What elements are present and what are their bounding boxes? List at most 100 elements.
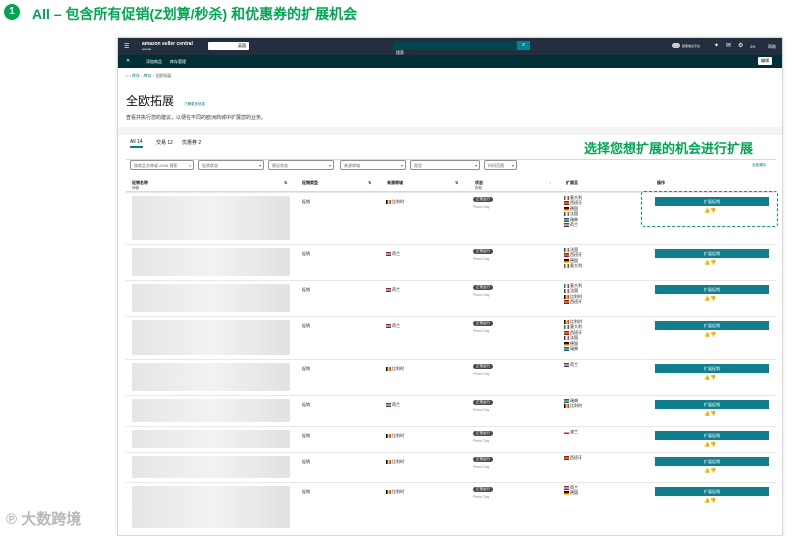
customer-info-label: 顾客信息平台 xyxy=(682,44,701,48)
expand-promotion-button[interactable]: 扩展促销 xyxy=(655,249,769,258)
expand-promotion-button[interactable]: 扩展促销 xyxy=(655,285,769,294)
home-icon[interactable]: ⌂ xyxy=(126,73,128,78)
subnav-item-add-product[interactable]: 添加商品 xyxy=(146,59,162,65)
search-icon[interactable]: ⌕ xyxy=(517,41,530,50)
thumbs-down-icon[interactable]: 👎 xyxy=(710,375,716,381)
sort-down-icon[interactable]: ↓ xyxy=(549,180,551,185)
flag-icon xyxy=(564,195,569,200)
status-badge: 正常运行 xyxy=(473,321,493,326)
status-badge: 正常运行 xyxy=(473,431,493,436)
menu-icon[interactable]: ☰ xyxy=(124,43,129,50)
flag-icon xyxy=(564,491,569,496)
sort-icon[interactable]: ⇅ xyxy=(455,180,458,185)
feedback-icons: 👍👎 xyxy=(704,468,716,474)
clear-all-link[interactable]: 全部清除 xyxy=(752,163,766,168)
product-thumbnail xyxy=(132,430,290,448)
toggle-switch[interactable] xyxy=(672,43,680,48)
flag-icon xyxy=(564,346,569,351)
search-icon[interactable]: ⌕ xyxy=(189,161,193,171)
thumbs-down-icon[interactable]: 👎 xyxy=(710,411,716,417)
flag-icon xyxy=(564,294,569,299)
thumbs-down-icon[interactable]: 👎 xyxy=(710,332,716,338)
type-dropdown[interactable]: 类型 ▾ xyxy=(410,160,480,170)
flag-icon xyxy=(564,206,569,211)
flag-icon xyxy=(564,330,569,335)
event-label: Prime Day xyxy=(473,439,490,443)
expand-promotion-button[interactable]: 扩展促销 xyxy=(655,431,769,440)
feedback-icons: 👍👎 xyxy=(704,442,716,448)
table-row: 促销 荷兰 正常运行 Prime Day 比利时 意大利 西班牙 法国 德国 瑞典 扩展促销 👍👎 xyxy=(126,316,776,360)
expand-promotion-button[interactable]: 扩展促销 xyxy=(655,364,769,373)
promotion-status-dropdown[interactable]: 促销状态 ▾ xyxy=(198,160,264,170)
breadcrumb-item[interactable]: 库存 xyxy=(144,73,152,78)
subnav-item-inventory[interactable]: 库存管理 xyxy=(170,59,186,65)
magic-icon[interactable]: ✦ xyxy=(714,42,719,49)
flag-icon xyxy=(564,247,569,252)
divider-band xyxy=(118,127,782,135)
store-selector[interactable]: 英国 xyxy=(208,42,249,50)
callout-text: 选择您想扩展的机会进行扩展 xyxy=(584,141,754,156)
thumbs-down-icon[interactable]: 👎 xyxy=(710,468,716,474)
edit-button[interactable]: 编辑 xyxy=(758,57,772,65)
flag-icon xyxy=(564,336,569,341)
tab-all[interactable]: All 14 xyxy=(130,139,143,148)
source-marketplace: 荷兰 xyxy=(386,323,400,329)
product-thumbnail xyxy=(132,486,290,528)
column-header-expand-to: 扩展至 xyxy=(566,180,578,185)
mail-icon[interactable]: ✉ xyxy=(726,42,731,49)
tab-deals[interactable]: 交易 12 xyxy=(156,139,173,146)
breadcrumb-item[interactable]: 库存 xyxy=(132,73,140,78)
expand-promotion-button[interactable]: 扩展促销 xyxy=(655,487,769,496)
expand-promotion-button[interactable]: 扩展促销 xyxy=(655,457,769,466)
search-input-products[interactable]: 按商品名称或 ASIN 搜索 ⌕ xyxy=(130,160,194,170)
column-header-action: 操作 xyxy=(657,180,665,185)
time-range-dropdown[interactable]: 时间范围 ▾ xyxy=(484,160,517,170)
tab-coupons[interactable]: 优惠券 2 xyxy=(182,139,201,146)
feedback-icons: 👍👎 xyxy=(704,296,716,302)
language-selector[interactable]: ZH xyxy=(750,44,755,49)
learn-more-link[interactable]: 了解更多信息 xyxy=(184,102,205,107)
promotion-type: 促销 xyxy=(302,402,310,407)
status-badge: 正常运行 xyxy=(473,400,493,405)
source-marketplace: 荷兰 xyxy=(386,251,400,257)
product-thumbnail xyxy=(132,196,290,240)
column-header-status[interactable]: 状态 历程 xyxy=(475,180,483,191)
thumbs-down-icon[interactable]: 👎 xyxy=(710,260,716,266)
thumbs-down-icon[interactable]: 👎 xyxy=(710,296,716,302)
amazon-seller-central-logo[interactable]: amazon seller central europe xyxy=(142,41,193,51)
close-icon[interactable]: ✕ xyxy=(126,58,130,64)
breadcrumb-item: 全欧拓展 xyxy=(155,73,172,78)
status-badge: 正常运行 xyxy=(473,249,493,254)
table-row: 促销 比利时 正常运行 Prime Day 西班牙 扩展促销 👍👎 xyxy=(126,452,776,483)
column-header-source[interactable]: 来源商城 xyxy=(387,180,403,186)
help-link[interactable]: 帮助 xyxy=(768,44,776,50)
thumbs-down-icon[interactable]: 👎 xyxy=(710,442,716,448)
flag-icon xyxy=(564,283,569,288)
table-row: 促销 荷兰 正常运行 Prime Day 瑞典 比利时 扩展促销 👍👎 xyxy=(126,395,776,427)
table-row: 促销 比利时 正常运行 Prime Day 荷兰 德国 扩展促销 👍👎 xyxy=(126,482,776,533)
expand-promotion-button[interactable]: 扩展促销 xyxy=(655,321,769,330)
gear-icon[interactable]: ⚙ xyxy=(738,42,743,49)
flag-icon xyxy=(564,398,569,403)
flag-icon xyxy=(564,212,569,217)
sort-icon[interactable]: ⇅ xyxy=(284,180,287,185)
sort-icon[interactable]: ⇅ xyxy=(368,180,371,185)
slide-heading: All – 包含所有促销(Z划算/秒杀) 和优惠券的扩展机会 xyxy=(32,6,358,22)
table-row: 促销 比利时 正常运行 Prime Day 荷兰 扩展促销 👍👎 xyxy=(126,359,776,396)
column-header-type[interactable]: 促销类型 xyxy=(302,180,318,186)
recommendation-status-dropdown[interactable]: 建议状态 ▾ xyxy=(268,160,334,170)
status-badge: 正常运行 xyxy=(473,197,493,202)
watermark: ℗ 大数跨境 xyxy=(6,511,82,528)
event-label: Prime Day xyxy=(473,205,490,209)
column-header-name[interactable]: 促销名称 详情 xyxy=(132,180,148,191)
expand-promotion-button[interactable]: 扩展促销 xyxy=(655,400,769,409)
search-input[interactable]: 搜索 xyxy=(393,41,528,55)
thumbs-down-icon[interactable]: 👎 xyxy=(710,498,716,504)
expand-marketplace: 西班牙 xyxy=(564,299,582,304)
breadcrumb: ⌂ › 库存 › 库存 › 全欧拓展 xyxy=(126,73,172,78)
source-marketplace-dropdown[interactable]: 来源商城 ▾ xyxy=(340,160,406,170)
expand-to-list: 荷兰 xyxy=(564,362,578,367)
highlight-box xyxy=(641,191,778,227)
event-label: Prime Day xyxy=(473,495,490,499)
flag-icon xyxy=(386,402,391,407)
